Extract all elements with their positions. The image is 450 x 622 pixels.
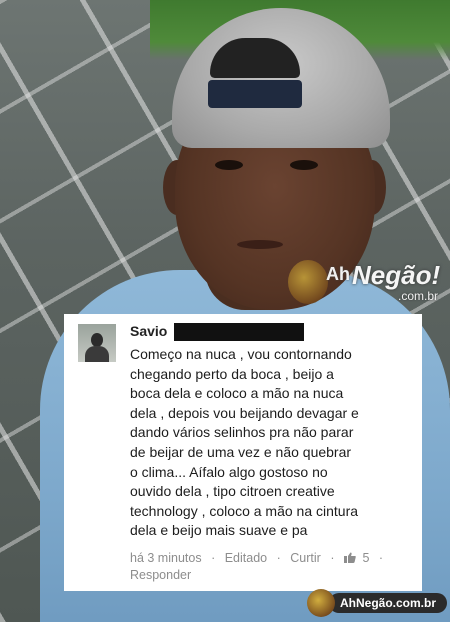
comment-card: Savio Começo na nuca , vou contornando c… [64, 314, 422, 591]
comment-line: technology , coloco a mão na cintura [130, 502, 359, 519]
watermark-top: Ah Negão! .com.br [288, 258, 448, 310]
watermark-prefix: Ah [326, 264, 350, 284]
comment-line: ouvido dela , tipo citroen creative [130, 483, 335, 500]
comment-meta: há 3 minutos · Editado · Curtir · 5 · [130, 551, 389, 565]
comment-line: de beijar de uma vez e não quebrar [130, 443, 352, 460]
comment-line: dando vários selinhos pra não parar [130, 424, 354, 441]
watermark-bottom: AhNegão.com.br [307, 589, 447, 617]
comment-text: Começo na nuca , vou contornando chegand… [130, 345, 420, 541]
avatar-head [91, 333, 103, 347]
like-count[interactable]: 5 [362, 551, 369, 565]
meta-separator: · [330, 551, 335, 565]
edited-link[interactable]: Editado [225, 551, 267, 565]
avatar-body [85, 346, 109, 362]
like-button[interactable]: Curtir [290, 551, 321, 565]
comment-line: dela , depois vou beijando devagar e [130, 404, 359, 421]
watermark-brand: Negão! [352, 260, 441, 290]
watermark-bottom-text: AhNegão.com.br [329, 593, 447, 613]
watermark-domain: .com.br [398, 289, 439, 303]
person-mouth [237, 240, 283, 249]
avatar[interactable] [78, 324, 116, 362]
mascot-logo-icon [288, 260, 328, 304]
comment-line: dela e beijo mais suave e pa [130, 522, 308, 539]
redaction-bar [174, 323, 304, 341]
cap-strap [208, 80, 302, 108]
comment-line: o clima... Aífalo algo gostoso no [130, 463, 328, 480]
meta-separator: · [276, 551, 281, 565]
meta-separator: · [211, 551, 216, 565]
person-eye-left [215, 160, 243, 170]
person-eye-right [290, 160, 318, 170]
comment-line: boca dela e coloco a mão na nuca [130, 385, 344, 402]
meta-separator: · [378, 551, 384, 565]
comment-author[interactable]: Savio [130, 323, 167, 339]
mascot-logo-icon [307, 589, 335, 617]
comment-time[interactable]: há 3 minutos [130, 551, 202, 565]
thumbs-up-icon [343, 552, 356, 563]
comment-line: chegando perto da boca , beijo a [130, 365, 334, 382]
reply-link[interactable]: Responder [130, 568, 191, 582]
comment-line: Começo na nuca , vou contornando [130, 346, 352, 362]
